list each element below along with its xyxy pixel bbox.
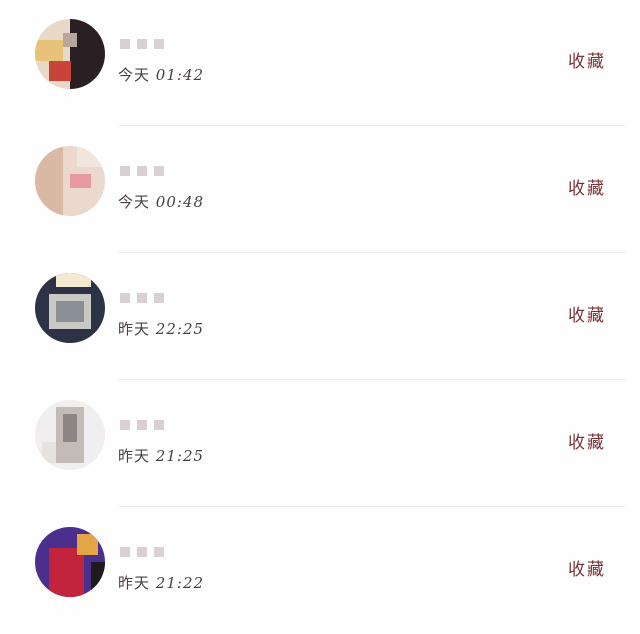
favorite-label[interactable]: 收藏 [568,555,606,580]
username-blurred [120,288,182,303]
timestamp: 今天 00:48 [118,193,205,211]
list-item[interactable]: 昨天 21:22 收藏 [0,508,640,634]
divider [118,252,626,253]
list-item[interactable]: 今天 01:42 收藏 [0,0,640,126]
timestamp: 昨天 22:25 [118,320,205,338]
avatar[interactable] [35,400,105,470]
timestamp: 今天 01:42 [118,66,205,84]
divider [118,125,626,126]
divider [118,379,626,380]
avatar[interactable] [35,273,105,343]
avatar-pixelated-image [35,273,105,343]
avatar-pixelated-image [35,19,105,89]
avatar-pixelated-image [35,146,105,216]
list-item[interactable]: 昨天 22:25 收藏 [0,254,640,380]
username-blurred [120,542,182,557]
avatar-pixelated-image [35,400,105,470]
username-blurred [120,34,182,49]
username-blurred [120,161,182,176]
avatar[interactable] [35,527,105,597]
list-item[interactable]: 昨天 21:25 收藏 [0,381,640,507]
favorite-label[interactable]: 收藏 [568,428,606,453]
username-blurred [120,415,182,430]
favorite-label[interactable]: 收藏 [568,301,606,326]
list-item[interactable]: 今天 00:48 收藏 [0,127,640,253]
favorite-label[interactable]: 收藏 [568,174,606,199]
timestamp: 昨天 21:22 [118,574,205,592]
avatar[interactable] [35,19,105,89]
timestamp: 昨天 21:25 [118,447,205,465]
favorite-label[interactable]: 收藏 [568,47,606,72]
avatar-pixelated-image [35,527,105,597]
divider [118,506,626,507]
avatar[interactable] [35,146,105,216]
